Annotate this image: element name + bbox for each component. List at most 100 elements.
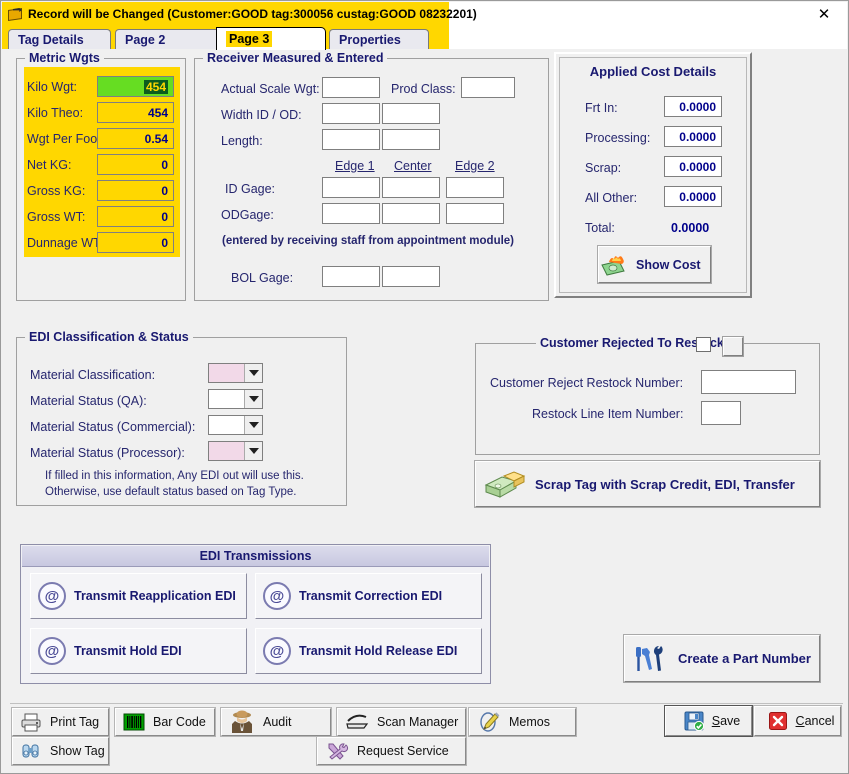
cancel-button[interactable]: Cancel <box>753 705 842 737</box>
create-part-number-button[interactable]: Create a Part Number <box>623 634 821 683</box>
customer-restock-helper-button[interactable] <box>722 336 744 357</box>
tools-icon <box>631 643 671 675</box>
tab-properties[interactable]: Properties <box>329 29 429 50</box>
detective-icon <box>229 710 255 734</box>
save-label: Save <box>712 714 741 728</box>
printer-icon <box>20 712 42 732</box>
id-gage-edge2-input[interactable] <box>446 177 504 198</box>
net-kg-field[interactable]: 0 <box>97 154 174 175</box>
audit-button[interactable]: Audit <box>220 707 332 737</box>
net-kg-label: Net KG: <box>27 158 72 172</box>
length-label: Length: <box>221 134 263 148</box>
transmit-hold-release-edi-label: Transmit Hold Release EDI <box>299 644 458 658</box>
od-gage-edge1-input[interactable] <box>322 203 380 224</box>
at-sign-icon: @ <box>38 637 66 665</box>
od-gage-center-input[interactable] <box>382 203 440 224</box>
width-id-input[interactable] <box>322 103 380 124</box>
bol-gage-label: BOL Gage: <box>231 271 294 285</box>
transmit-correction-edi-button[interactable]: @ Transmit Correction EDI <box>255 573 482 619</box>
show-cost-button[interactable]: Show Cost <box>597 245 712 284</box>
material-status-commercial-combo[interactable] <box>208 415 263 435</box>
material-status-qa-combo[interactable] <box>208 389 263 409</box>
column-header-edge2[interactable]: Edge 2 <box>455 159 495 173</box>
material-status-commercial-value <box>209 416 244 434</box>
request-service-button[interactable]: Request Service <box>316 736 467 766</box>
material-status-processor-label: Material Status (Processor): <box>30 446 185 460</box>
kilo-wgt-field[interactable]: 454 <box>97 76 174 97</box>
tab-page-3-label: Page 3 <box>226 31 273 47</box>
at-sign-icon: @ <box>263 637 291 665</box>
gross-wt-label: Gross WT: <box>27 210 86 224</box>
dunnage-wt-field[interactable]: 0 <box>97 232 174 253</box>
material-status-processor-combo[interactable] <box>208 441 263 461</box>
request-service-label: Request Service <box>357 744 449 758</box>
scrap-field[interactable]: 0.0000 <box>664 156 722 177</box>
gross-wt-field[interactable]: 0 <box>97 206 174 227</box>
tools-wrench-icon <box>325 741 349 761</box>
create-part-number-label: Create a Part Number <box>678 651 811 666</box>
bol-gage-input-2[interactable] <box>382 266 440 287</box>
kilo-wgt-value: 454 <box>143 79 168 94</box>
scan-manager-button[interactable]: Scan Manager <box>336 707 467 737</box>
scrap-label: Scrap: <box>585 161 622 175</box>
frt-in-field[interactable]: 0.0000 <box>664 96 722 117</box>
transmit-reapplication-edi-button[interactable]: @ Transmit Reapplication EDI <box>30 573 247 619</box>
id-gage-label: ID Gage: <box>225 182 276 196</box>
all-other-field[interactable]: 0.0000 <box>664 186 722 207</box>
transmit-correction-edi-label: Transmit Correction EDI <box>299 589 443 603</box>
close-icon[interactable]: ✕ <box>807 2 841 26</box>
show-tag-button[interactable]: Show Tag <box>11 736 110 766</box>
prod-class-label: Prod Class: <box>391 82 456 96</box>
wgt-per-foot-field[interactable]: 0.54 <box>97 128 174 149</box>
scrap-tag-button[interactable]: Scrap Tag with Scrap Credit, EDI, Transf… <box>474 460 821 508</box>
tab-page-2[interactable]: Page 2 <box>115 29 220 50</box>
total-label: Total: <box>585 221 615 235</box>
tab-properties-label: Properties <box>339 33 401 47</box>
column-header-edge1[interactable]: Edge 1 <box>335 159 375 173</box>
receiver-title: Receiver Measured & Entered <box>203 51 388 65</box>
transmit-hold-edi-button[interactable]: @ Transmit Hold EDI <box>30 628 247 674</box>
bol-gage-input-1[interactable] <box>322 266 380 287</box>
gross-kg-field[interactable]: 0 <box>97 180 174 201</box>
tab-strip-right-fill <box>449 26 847 50</box>
material-classification-combo[interactable] <box>208 363 263 383</box>
width-od-input[interactable] <box>382 103 440 124</box>
at-sign-icon: @ <box>38 582 66 610</box>
chevron-down-icon[interactable] <box>244 364 262 382</box>
customer-restock-group: Customer Rejected To Restock <box>475 336 820 455</box>
save-accel: S <box>711 714 721 728</box>
kilo-theo-field[interactable]: 454 <box>97 102 174 123</box>
od-gage-edge2-input[interactable] <box>446 203 504 224</box>
chevron-down-icon[interactable] <box>244 390 262 408</box>
transmit-hold-release-edi-button[interactable]: @ Transmit Hold Release EDI <box>255 628 482 674</box>
bar-code-button[interactable]: Bar Code <box>114 707 216 737</box>
column-header-center[interactable]: Center <box>394 159 432 173</box>
chevron-down-icon[interactable] <box>244 442 262 460</box>
transmit-reapplication-edi-label: Transmit Reapplication EDI <box>74 589 236 603</box>
tab-tag-details-label: Tag Details <box>18 33 84 47</box>
prod-class-input[interactable] <box>461 77 515 98</box>
edi-classification-title: EDI Classification & Status <box>25 330 193 344</box>
application-window: Record will be Changed (Customer:GOOD ta… <box>0 0 849 774</box>
tab-page-3[interactable]: Page 3 <box>216 27 326 50</box>
memos-button[interactable]: Memos <box>468 707 577 737</box>
id-gage-center-input[interactable] <box>382 177 440 198</box>
edi-transmissions-header: EDI Transmissions <box>22 546 489 567</box>
customer-restock-checkbox[interactable] <box>696 337 711 352</box>
processing-field[interactable]: 0.0000 <box>664 126 722 147</box>
barcode-icon <box>123 713 145 731</box>
tab-tag-details[interactable]: Tag Details <box>8 29 111 50</box>
id-gage-edge1-input[interactable] <box>322 177 380 198</box>
chevron-down-icon[interactable] <box>244 416 262 434</box>
actual-scale-wgt-input[interactable] <box>322 77 380 98</box>
print-tag-button[interactable]: Print Tag <box>11 707 110 737</box>
length-input-2[interactable] <box>382 129 440 150</box>
scanner-icon <box>345 713 369 731</box>
material-status-processor-value <box>209 442 244 460</box>
length-input-1[interactable] <box>322 129 380 150</box>
print-tag-label: Print Tag <box>50 715 100 729</box>
save-button[interactable]: Save <box>664 705 753 737</box>
wgt-per-foot-label: Wgt Per Foot: <box>27 132 105 146</box>
restock-line-item-number-input[interactable] <box>701 401 741 425</box>
customer-reject-restock-number-input[interactable] <box>701 370 796 394</box>
